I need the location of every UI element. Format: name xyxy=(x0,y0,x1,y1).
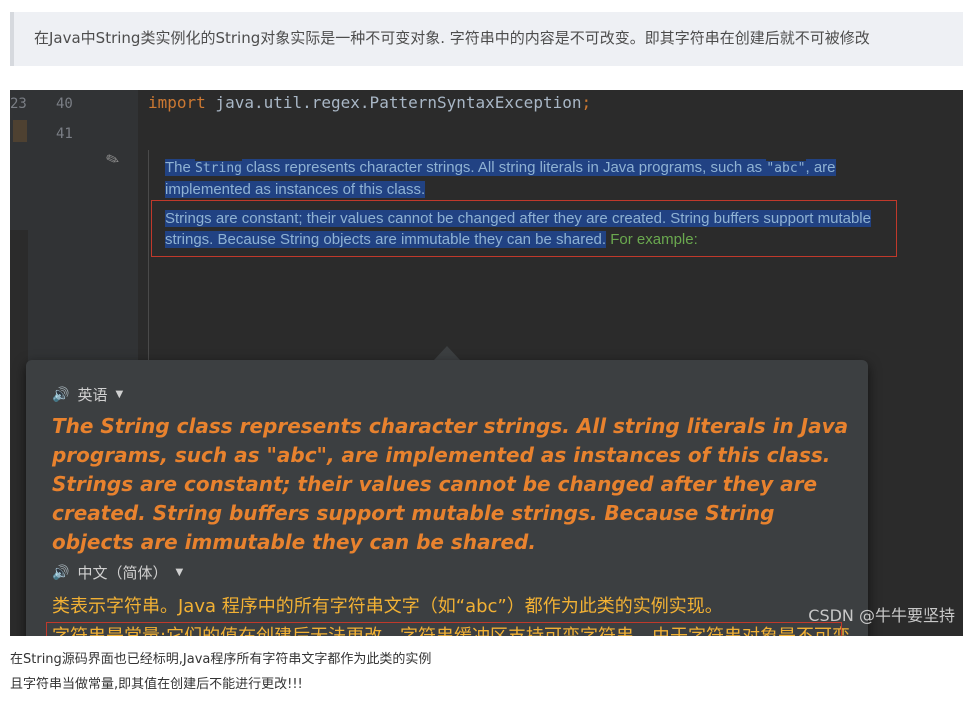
line-number: 40 xyxy=(56,96,73,112)
semicolon: ; xyxy=(581,93,592,112)
line-number: 41 xyxy=(56,126,73,142)
source-text: The String class represents character st… xyxy=(52,414,849,554)
blockquote: 在Java中String类实例化的String对象实际是一种不可变对象. 字符串… xyxy=(10,12,963,66)
annotation-box xyxy=(46,622,842,636)
import-path: java.util.regex.PatternSyntaxException xyxy=(205,93,582,112)
translated-line-1: 类表示字符串。Java 程序中的所有字符串文字（如“abc”）都作为此类的实例实… xyxy=(52,596,723,617)
speaker-icon[interactable]: 🔊 xyxy=(52,565,69,581)
target-language-row[interactable]: 🔊 中文（简体） ▼ xyxy=(52,562,183,583)
blockquote-text: 在Java中String类实例化的String对象实际是一种不可变对象. 字符串… xyxy=(34,29,870,47)
code-line-import: import java.util.regex.PatternSyntaxExce… xyxy=(148,93,591,112)
bookmark-marker xyxy=(13,120,27,142)
inline-code: String xyxy=(195,161,242,176)
import-keyword: import xyxy=(148,93,206,112)
caption-line-1: 在String源码界面也已经标明,Java程序所有字符串文字都作为此类的实例 xyxy=(10,652,432,667)
javadoc-paragraph-1: The String class represents character st… xyxy=(165,159,836,198)
translation-popup: 🔊 英语 ▼ The String class represents chara… xyxy=(26,360,868,636)
speaker-icon[interactable]: 🔊 xyxy=(52,387,69,403)
source-language-row[interactable]: 🔊 英语 ▼ xyxy=(52,384,123,405)
inline-code: "abc" xyxy=(766,161,806,176)
ide-screenshot: 23 40 41 ✎ import java.util.regex.Patter… xyxy=(10,90,963,636)
popup-pointer xyxy=(434,346,460,360)
watermark: CSDN @牛牛要坚持 xyxy=(808,606,955,625)
chevron-down-icon[interactable]: ▼ xyxy=(175,567,183,578)
source-language-label[interactable]: 英语 xyxy=(77,384,107,405)
chevron-down-icon[interactable]: ▼ xyxy=(115,389,123,400)
line-number: 23 xyxy=(10,96,27,112)
caption-line-2: 且字符串当做常量,即其值在创建后不能进行更改!!! xyxy=(10,677,303,692)
annotation-box xyxy=(151,200,897,257)
target-language-label[interactable]: 中文（简体） xyxy=(77,562,167,583)
